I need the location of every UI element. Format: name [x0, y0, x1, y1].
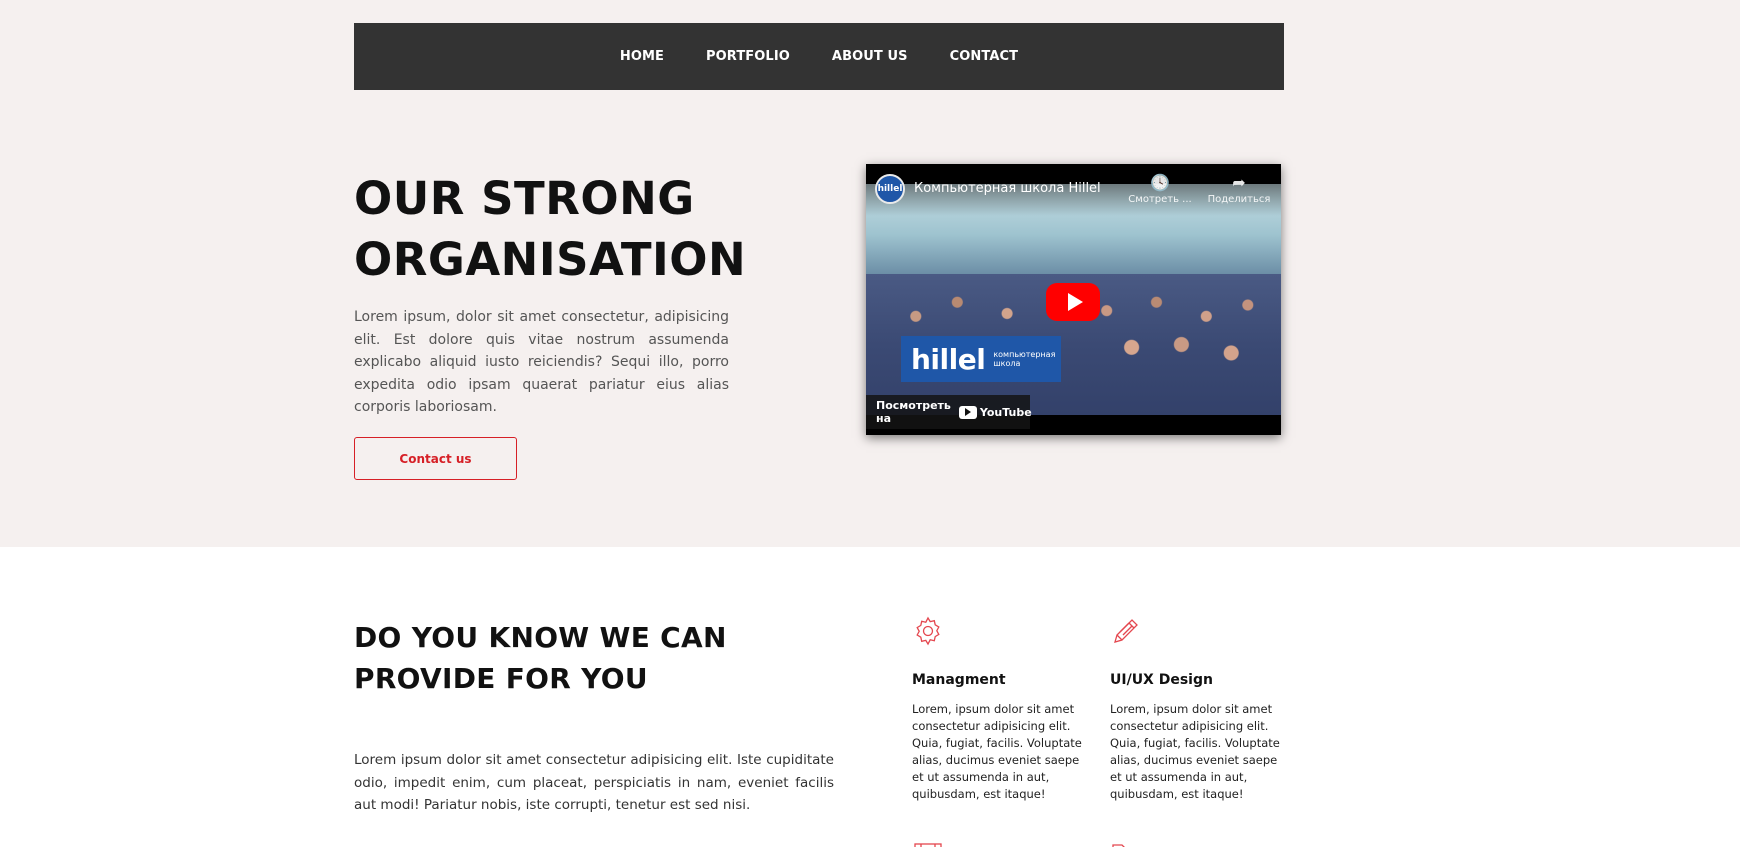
next-service-icon-partial [1110, 838, 1142, 847]
youtube-play-icon [958, 405, 977, 419]
hillel-subtitle: компьютерная школа [993, 350, 1056, 368]
youtube-logo: YouTube [958, 405, 1032, 419]
nav-home-link[interactable]: HOME [620, 49, 664, 64]
video-title[interactable]: Компьютерная школа Hillel [914, 181, 1101, 196]
channel-avatar[interactable]: hillel [875, 174, 905, 204]
clock-icon: 🕓 [1150, 173, 1170, 192]
play-button[interactable] [1046, 283, 1100, 321]
hero-title-line-2: ORGANISATION [354, 233, 747, 286]
watch-later-label: Смотреть ... [1128, 194, 1192, 205]
services-description: Lorem ipsum dolor sit amet consectetur a… [354, 752, 834, 813]
video-top-bar: hillel Компьютерная школа Hillel 🕓 Смотр… [866, 164, 1281, 216]
nav-about-link[interactable]: ABOUT US [832, 49, 908, 64]
watch-on-youtube-button[interactable]: Посмотреть на YouTube [866, 395, 1032, 429]
nav-contact-link[interactable]: CONTACT [950, 49, 1019, 64]
hillel-logo: hillel [911, 342, 986, 376]
play-icon [1067, 293, 1083, 311]
service-uiux-design: UI/UX Design Lorem, ipsum dolor sit amet… [1110, 615, 1280, 801]
youtube-wordmark: YouTube [979, 405, 1032, 419]
watch-on-label: Посмотреть на [876, 399, 951, 425]
services-title-line-2: PROVIDE FOR YOU [354, 662, 648, 695]
service-management: Managment Lorem, ipsum dolor sit amet co… [912, 615, 1082, 801]
nav-portfolio-link[interactable]: PORTFOLIO [706, 49, 790, 64]
share-button[interactable]: ➦ Поделиться [1202, 173, 1276, 206]
share-icon: ➦ [1232, 173, 1246, 192]
service-title: Managment [912, 672, 1006, 688]
hero-title-line-1: OUR STRONG [354, 172, 695, 225]
services-section-title: DO YOU KNOW WE CAN PROVIDE FOR YOU [354, 617, 784, 699]
services-title-line-1: DO YOU KNOW WE CAN [354, 621, 727, 654]
pencil-icon [1114, 619, 1138, 643]
gear-icon [916, 616, 940, 646]
service-title: UI/UX Design [1110, 672, 1213, 688]
service-text: Lorem, ipsum dolor sit amet consectetur … [912, 702, 1082, 801]
next-service-icon-partial [912, 838, 944, 847]
hero-description: Lorem ipsum, dolor sit amet consectetur,… [354, 309, 729, 415]
youtube-video-embed[interactable]: hillel компьютерная школа hillel Компьют… [866, 164, 1281, 435]
hillel-banner: hillel компьютерная школа [901, 336, 1061, 382]
hero-section: HOME PORTFOLIO ABOUT US CONTACT OUR STRO… [0, 0, 1740, 547]
contact-us-button[interactable]: Contact us [354, 437, 517, 480]
share-label: Поделиться [1207, 194, 1271, 205]
watch-later-button[interactable]: 🕓 Смотреть ... [1128, 173, 1192, 206]
service-text: Lorem, ipsum dolor sit amet consectetur … [1110, 702, 1280, 801]
hero-title: OUR STRONG ORGANISATION [354, 168, 774, 290]
main-nav: HOME PORTFOLIO ABOUT US CONTACT [354, 23, 1284, 90]
